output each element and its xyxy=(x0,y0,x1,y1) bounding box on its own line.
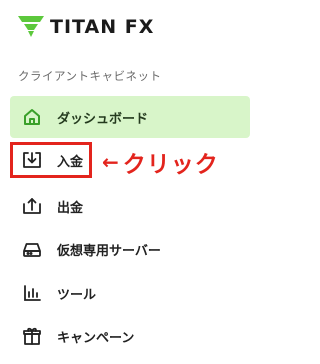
click-annotation: ← クリック xyxy=(102,145,219,179)
home-icon xyxy=(20,105,44,129)
sidebar-item-withdraw[interactable]: 出金 xyxy=(10,185,250,227)
titanfx-logo[interactable]: TITAN FX xyxy=(18,16,154,38)
sidebar-item-label: キャンペーン xyxy=(57,330,135,346)
section-title: クライアントキャビネット xyxy=(18,69,162,83)
sidebar-item-dashboard[interactable]: ダッシュボード xyxy=(10,96,250,138)
sidebar-item-label: ダッシュボード xyxy=(57,111,149,127)
titanfx-logo-icon xyxy=(18,16,44,37)
sidebar-item-campaign[interactable]: キャンペーン xyxy=(10,315,250,357)
sidebar-item-label: ツール xyxy=(57,287,97,303)
highlight-box xyxy=(10,142,92,178)
brand-name: TITAN FX xyxy=(50,16,155,38)
annotation-text: クリック xyxy=(122,152,219,178)
server-icon xyxy=(20,237,44,261)
sidebar-item-label: 仮想専用サーバー xyxy=(57,243,161,259)
left-arrow-icon: ← xyxy=(102,150,120,174)
sidebar-item-label: 出金 xyxy=(57,200,84,216)
client-cabinet-sidebar: TITAN FX クライアントキャビネット ダッシュボード 入金 出金 仮想専用… xyxy=(0,0,259,364)
gift-icon xyxy=(20,324,44,348)
sidebar-item-vps[interactable]: 仮想専用サーバー xyxy=(10,228,250,270)
chart-bars-icon xyxy=(20,281,44,305)
withdraw-icon xyxy=(20,194,44,218)
sidebar-item-tools[interactable]: ツール xyxy=(10,272,250,314)
